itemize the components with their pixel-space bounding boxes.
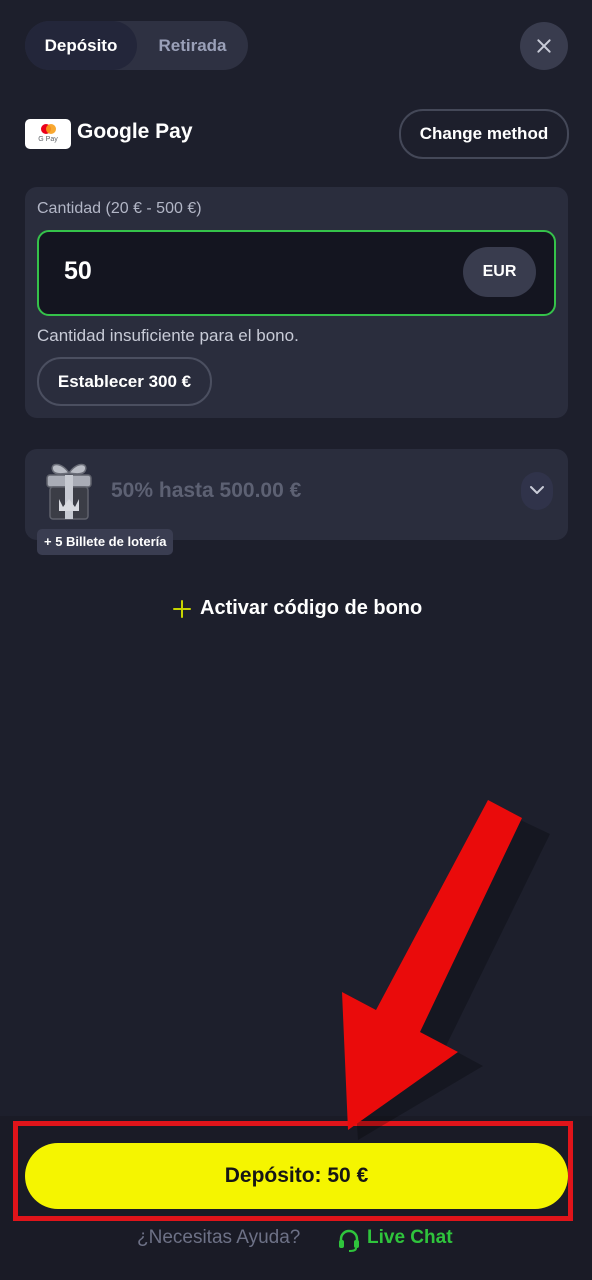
deposit-withdraw-tabs: Depósito Retirada bbox=[25, 21, 248, 70]
tab-deposit[interactable]: Depósito bbox=[25, 21, 137, 70]
annotation-highlight-box bbox=[13, 1121, 573, 1221]
bonus-selector[interactable]: 50% hasta 500.00 € bbox=[25, 449, 568, 540]
amount-label: Cantidad (20 € - 500 €) bbox=[37, 200, 202, 217]
amount-card: Cantidad (20 € - 500 €) 50 EUR Cantidad … bbox=[25, 187, 568, 418]
google-pay-logo-text: G Pay bbox=[38, 136, 58, 143]
amount-input[interactable]: 50 EUR bbox=[37, 230, 556, 316]
card-logo-circle bbox=[46, 124, 56, 134]
help-text: ¿Necesitas Ayuda? bbox=[137, 1227, 301, 1248]
set-amount-button[interactable]: Establecer 300 € bbox=[37, 357, 212, 406]
promo-code-label: Activar código de bono bbox=[200, 597, 423, 619]
google-pay-logo: G Pay bbox=[25, 119, 71, 149]
headset-icon[interactable] bbox=[338, 1228, 360, 1252]
payment-method-name: Google Pay bbox=[77, 120, 193, 143]
activate-promo-code-link[interactable]: Activar código de bono bbox=[170, 595, 430, 625]
gift-icon bbox=[46, 463, 92, 520]
chevron-down-icon[interactable] bbox=[521, 472, 553, 510]
bonus-offer-text: 50% hasta 500.00 € bbox=[111, 479, 302, 502]
currency-selector[interactable]: EUR bbox=[463, 247, 536, 297]
plus-icon bbox=[172, 599, 192, 619]
close-icon[interactable] bbox=[520, 22, 568, 70]
live-chat-link[interactable]: Live Chat bbox=[367, 1227, 453, 1249]
lottery-ticket-badge: + 5 Billete de lotería bbox=[37, 529, 174, 555]
amount-value[interactable]: 50 bbox=[64, 257, 92, 286]
insufficient-amount-warning: Cantidad insuficiente para el bono. bbox=[37, 326, 299, 345]
tab-withdraw[interactable]: Retirada bbox=[137, 21, 248, 70]
change-method-button[interactable]: Change method bbox=[399, 109, 569, 159]
